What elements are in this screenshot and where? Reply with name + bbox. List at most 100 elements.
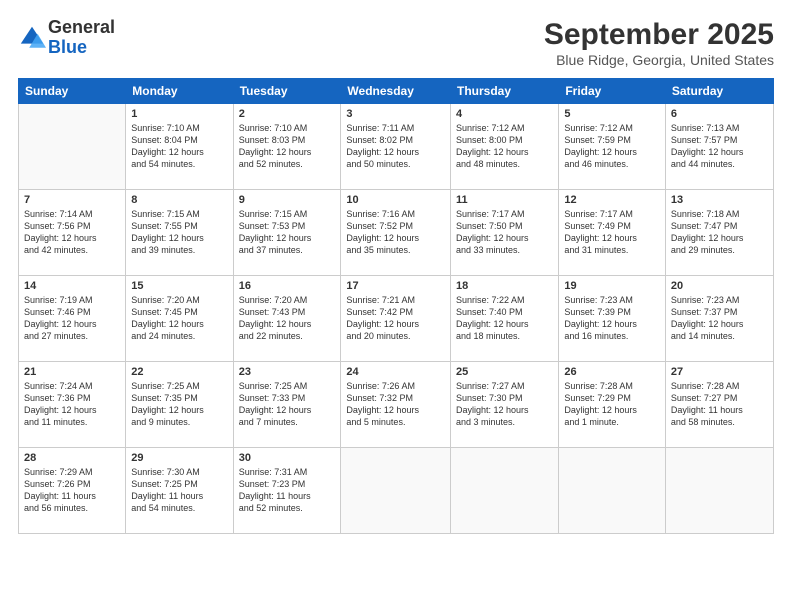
table-row: 20 Sunrise: 7:23 AM Sunset: 7:37 PM Dayli…	[665, 276, 773, 362]
col-wednesday: Wednesday	[341, 79, 451, 104]
header: General Blue September 2025 Blue Ridge, …	[18, 18, 774, 68]
day-number: 5	[564, 108, 660, 120]
table-row: 1 Sunrise: 7:10 AM Sunset: 8:04 PM Daylig…	[126, 104, 233, 190]
table-row: 27 Sunrise: 7:28 AM Sunset: 7:27 PM Dayli…	[665, 362, 773, 448]
day-info: Sunrise: 7:26 AM Sunset: 7:32 PM Dayligh…	[346, 380, 445, 429]
table-row: 14 Sunrise: 7:19 AM Sunset: 7:46 PM Dayli…	[19, 276, 126, 362]
table-row: 13Sunrise: 7:18 AM Sunset: 7:47 PM Dayli…	[665, 190, 773, 276]
col-tuesday: Tuesday	[233, 79, 341, 104]
day-number: 27	[671, 366, 768, 378]
day-number: 21	[24, 366, 120, 378]
day-info: Sunrise: 7:23 AM Sunset: 7:37 PM Dayligh…	[671, 294, 768, 343]
day-info: Sunrise: 7:10 AM Sunset: 8:03 PM Dayligh…	[239, 122, 336, 171]
calendar-header-row: Sunday Monday Tuesday Wednesday Thursday…	[19, 79, 774, 104]
day-info: Sunrise: 7:16 AM Sunset: 7:52 PM Dayligh…	[346, 208, 445, 257]
calendar-subtitle: Blue Ridge, Georgia, United States	[544, 52, 774, 68]
day-info: Sunrise: 7:25 AM Sunset: 7:35 PM Dayligh…	[131, 380, 227, 429]
day-number: 20	[671, 280, 768, 292]
day-info: Sunrise: 7:13 AM Sunset: 7:57 PM Dayligh…	[671, 122, 768, 171]
col-monday: Monday	[126, 79, 233, 104]
table-row: 3 Sunrise: 7:11 AM Sunset: 8:02 PM Daylig…	[341, 104, 451, 190]
calendar-title: September 2025	[544, 18, 774, 52]
day-info: Sunrise: 7:31 AM Sunset: 7:23 PM Dayligh…	[239, 466, 336, 515]
day-info: Sunrise: 7:17 AM Sunset: 7:50 PM Dayligh…	[456, 208, 553, 257]
day-number: 6	[671, 108, 768, 120]
table-row	[559, 448, 666, 534]
day-info: Sunrise: 7:28 AM Sunset: 7:29 PM Dayligh…	[564, 380, 660, 429]
day-info: Sunrise: 7:19 AM Sunset: 7:46 PM Dayligh…	[24, 294, 120, 343]
calendar-table: Sunday Monday Tuesday Wednesday Thursday…	[18, 78, 774, 534]
col-thursday: Thursday	[451, 79, 559, 104]
logo: General Blue	[18, 18, 115, 58]
day-number: 29	[131, 452, 227, 464]
day-info: Sunrise: 7:11 AM Sunset: 8:02 PM Dayligh…	[346, 122, 445, 171]
table-row: 16 Sunrise: 7:20 AM Sunset: 7:43 PM Dayli…	[233, 276, 341, 362]
table-row: 21 Sunrise: 7:24 AM Sunset: 7:36 PM Dayli…	[19, 362, 126, 448]
day-info: Sunrise: 7:30 AM Sunset: 7:25 PM Dayligh…	[131, 466, 227, 515]
day-number: 10	[346, 194, 445, 206]
table-row: 8 Sunrise: 7:15 AM Sunset: 7:55 PM Daylig…	[126, 190, 233, 276]
logo-text: General Blue	[48, 18, 115, 58]
day-number: 25	[456, 366, 553, 378]
calendar-week-row: 1 Sunrise: 7:10 AM Sunset: 8:04 PM Daylig…	[19, 104, 774, 190]
table-row	[665, 448, 773, 534]
table-row: 19 Sunrise: 7:23 AM Sunset: 7:39 PM Dayli…	[559, 276, 666, 362]
day-info: Sunrise: 7:24 AM Sunset: 7:36 PM Dayligh…	[24, 380, 120, 429]
day-number: 19	[564, 280, 660, 292]
day-number: 13	[671, 194, 768, 206]
day-number: 24	[346, 366, 445, 378]
day-number: 28	[24, 452, 120, 464]
day-number: 4	[456, 108, 553, 120]
table-row: 7Sunrise: 7:14 AM Sunset: 7:56 PM Daylig…	[19, 190, 126, 276]
day-number: 22	[131, 366, 227, 378]
day-number: 8	[131, 194, 227, 206]
day-number: 2	[239, 108, 336, 120]
day-info: Sunrise: 7:14 AM Sunset: 7:56 PM Dayligh…	[24, 208, 120, 257]
logo-icon	[18, 24, 46, 52]
day-number: 9	[239, 194, 336, 206]
day-number: 23	[239, 366, 336, 378]
table-row: 12Sunrise: 7:17 AM Sunset: 7:49 PM Dayli…	[559, 190, 666, 276]
day-number: 14	[24, 280, 120, 292]
table-row: 22 Sunrise: 7:25 AM Sunset: 7:35 PM Dayli…	[126, 362, 233, 448]
table-row	[451, 448, 559, 534]
day-info: Sunrise: 7:15 AM Sunset: 7:55 PM Dayligh…	[131, 208, 227, 257]
day-number: 18	[456, 280, 553, 292]
day-info: Sunrise: 7:22 AM Sunset: 7:40 PM Dayligh…	[456, 294, 553, 343]
day-info: Sunrise: 7:20 AM Sunset: 7:43 PM Dayligh…	[239, 294, 336, 343]
day-number: 15	[131, 280, 227, 292]
table-row: 24 Sunrise: 7:26 AM Sunset: 7:32 PM Dayli…	[341, 362, 451, 448]
table-row: 5 Sunrise: 7:12 AM Sunset: 7:59 PM Daylig…	[559, 104, 666, 190]
table-row: 17Sunrise: 7:21 AM Sunset: 7:42 PM Dayli…	[341, 276, 451, 362]
calendar-week-row: 21 Sunrise: 7:24 AM Sunset: 7:36 PM Dayli…	[19, 362, 774, 448]
page: General Blue September 2025 Blue Ridge, …	[0, 0, 792, 612]
table-row: 30 Sunrise: 7:31 AM Sunset: 7:23 PM Dayli…	[233, 448, 341, 534]
day-info: Sunrise: 7:12 AM Sunset: 7:59 PM Dayligh…	[564, 122, 660, 171]
day-number: 30	[239, 452, 336, 464]
day-number: 11	[456, 194, 553, 206]
table-row: 23 Sunrise: 7:25 AM Sunset: 7:33 PM Dayli…	[233, 362, 341, 448]
day-info: Sunrise: 7:20 AM Sunset: 7:45 PM Dayligh…	[131, 294, 227, 343]
calendar-week-row: 14 Sunrise: 7:19 AM Sunset: 7:46 PM Dayli…	[19, 276, 774, 362]
day-info: Sunrise: 7:29 AM Sunset: 7:26 PM Dayligh…	[24, 466, 120, 515]
day-number: 16	[239, 280, 336, 292]
day-info: Sunrise: 7:28 AM Sunset: 7:27 PM Dayligh…	[671, 380, 768, 429]
day-info: Sunrise: 7:27 AM Sunset: 7:30 PM Dayligh…	[456, 380, 553, 429]
table-row: 28 Sunrise: 7:29 AM Sunset: 7:26 PM Dayli…	[19, 448, 126, 534]
day-number: 1	[131, 108, 227, 120]
table-row: 9Sunrise: 7:15 AM Sunset: 7:53 PM Daylig…	[233, 190, 341, 276]
col-saturday: Saturday	[665, 79, 773, 104]
col-sunday: Sunday	[19, 79, 126, 104]
table-row: 6 Sunrise: 7:13 AM Sunset: 7:57 PM Daylig…	[665, 104, 773, 190]
calendar-week-row: 28 Sunrise: 7:29 AM Sunset: 7:26 PM Dayli…	[19, 448, 774, 534]
col-friday: Friday	[559, 79, 666, 104]
calendar-week-row: 7Sunrise: 7:14 AM Sunset: 7:56 PM Daylig…	[19, 190, 774, 276]
day-info: Sunrise: 7:10 AM Sunset: 8:04 PM Dayligh…	[131, 122, 227, 171]
day-info: Sunrise: 7:23 AM Sunset: 7:39 PM Dayligh…	[564, 294, 660, 343]
day-number: 3	[346, 108, 445, 120]
table-row: 26Sunrise: 7:28 AM Sunset: 7:29 PM Dayli…	[559, 362, 666, 448]
day-info: Sunrise: 7:25 AM Sunset: 7:33 PM Dayligh…	[239, 380, 336, 429]
table-row	[19, 104, 126, 190]
table-row: 10 Sunrise: 7:16 AM Sunset: 7:52 PM Dayli…	[341, 190, 451, 276]
table-row: 2 Sunrise: 7:10 AM Sunset: 8:03 PM Daylig…	[233, 104, 341, 190]
